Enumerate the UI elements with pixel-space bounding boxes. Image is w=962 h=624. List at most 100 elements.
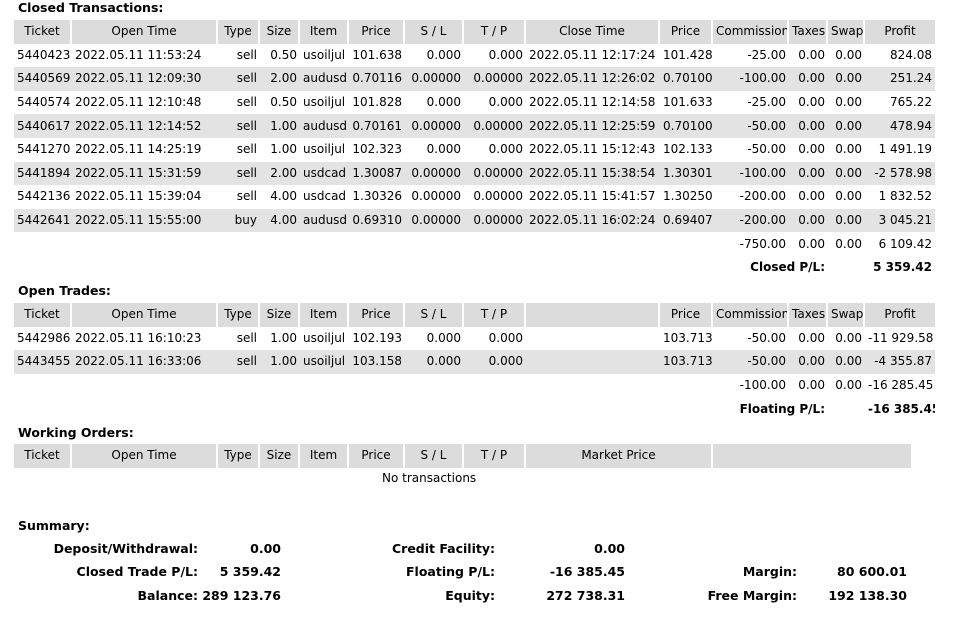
totals-row: -750.00 0.00 0.00 6 109.42 xyxy=(14,232,935,256)
column-header: Price xyxy=(660,20,713,44)
credit-facility-label: Credit Facility: xyxy=(391,541,495,556)
column-header: Swap xyxy=(828,303,865,327)
totals-spacer xyxy=(14,373,713,398)
table-cell: -100.00 xyxy=(713,67,789,91)
pl-label: Closed P/L: xyxy=(660,255,828,280)
table-cell: 0.70161 xyxy=(349,114,405,138)
table-row: 5441894 2022.05.11 15:31:59 sell 2.00 usdcad… xyxy=(14,161,935,186)
total-commission: -750.00 xyxy=(713,232,789,256)
table-cell: 1.00 xyxy=(260,326,300,351)
floating-pl-summary-label: Floating P/L: xyxy=(406,564,495,579)
table-cell: -50.00 xyxy=(713,137,789,162)
table-cell: sell xyxy=(218,90,260,115)
table-cell: usdcad xyxy=(300,161,349,186)
summary-row-1: Deposit/Withdrawal: 0.00 Credit Facility… xyxy=(0,539,962,559)
table-cell: 101.633 xyxy=(660,90,713,115)
table-cell: 4.00 xyxy=(260,208,300,233)
table-cell: 0.000 xyxy=(405,137,464,162)
table-cell: 0.00000 xyxy=(464,185,526,209)
table-cell: 0.00000 xyxy=(405,185,464,209)
table-cell: 101.428 xyxy=(660,43,713,68)
free-margin-value: 192 138.30 xyxy=(828,588,907,603)
column-header xyxy=(526,303,660,327)
table-cell: 0.00 xyxy=(789,67,828,91)
table-cell: 103.713 xyxy=(660,350,713,374)
table-cell: 0.70116 xyxy=(349,67,405,91)
table-cell: 0.00 xyxy=(828,185,865,209)
table-cell: sell xyxy=(218,67,260,91)
table-cell: -25.00 xyxy=(713,43,789,68)
column-header: Commission xyxy=(713,20,789,44)
table-cell: 0.000 xyxy=(464,350,526,374)
credit-facility-value: 0.00 xyxy=(594,541,625,556)
table-cell: 0.000 xyxy=(464,43,526,68)
equity-label: Equity: xyxy=(445,588,495,603)
table-cell: -50.00 xyxy=(713,114,789,138)
table-cell: usoiljul xyxy=(300,350,349,374)
table-cell: 0.00 xyxy=(828,43,865,68)
table-cell: 0.00 xyxy=(828,208,865,233)
table-cell: 103.158 xyxy=(349,350,405,374)
table-cell: -4 355.87 xyxy=(865,350,935,374)
table-cell: 5441894 xyxy=(14,161,72,186)
table-row: 5440569 2022.05.11 12:09:30 sell 2.00 audusd… xyxy=(14,67,935,91)
table-cell: 0.69310 xyxy=(349,208,405,233)
table-cell: 4.00 xyxy=(260,185,300,209)
table-row: 5442136 2022.05.11 15:39:04 sell 4.00 usdcad… xyxy=(14,185,935,209)
column-header: Profit xyxy=(865,20,935,44)
no-transactions-text: No transactions xyxy=(382,471,477,485)
column-header: Type xyxy=(218,303,260,327)
account-statement: Closed Transactions: Ticket Open Time Type… xyxy=(0,0,962,624)
table-cell: 0.00000 xyxy=(405,161,464,186)
table-cell: 0.00 xyxy=(789,208,828,233)
table-cell: 0.00 xyxy=(789,43,828,68)
table-cell: 2022.05.11 15:31:59 xyxy=(72,161,218,186)
table-cell: sell xyxy=(218,137,260,162)
column-header: Commission xyxy=(713,303,789,327)
table-cell: 0.50 xyxy=(260,90,300,115)
table-cell: 2022.05.11 12:25:59 xyxy=(526,114,660,138)
column-header: S / L xyxy=(405,303,464,327)
table-cell: 0.00 xyxy=(789,350,828,374)
table-cell: 5441270 xyxy=(14,137,72,162)
pl-gap xyxy=(828,397,865,421)
table-cell: sell xyxy=(218,350,260,374)
table-cell: usoiljul xyxy=(300,90,349,115)
working-orders-title: Working Orders: xyxy=(18,425,134,440)
balance-value: 289 123.76 xyxy=(202,588,281,603)
table-cell: 0.00 xyxy=(828,137,865,162)
column-header xyxy=(713,444,911,468)
table-cell: 2022.05.11 16:10:23 xyxy=(72,326,218,351)
table-cell: 0.000 xyxy=(405,326,464,351)
total-commission: -100.00 xyxy=(713,373,789,398)
table-cell: 5442641 xyxy=(14,208,72,233)
table-cell: 1.30326 xyxy=(349,185,405,209)
free-margin-label: Free Margin: xyxy=(707,588,797,603)
total-swap: 0.00 xyxy=(828,232,865,256)
table-cell: 2022.05.11 15:41:57 xyxy=(526,185,660,209)
table-cell: 0.00 xyxy=(828,90,865,115)
summary-row-2: Closed Trade P/L: 5 359.42 Floating P/L:… xyxy=(0,562,962,582)
open-header-row: Ticket Open Time Type Size Item Price S / LT /… xyxy=(14,303,935,327)
column-header: Size xyxy=(260,20,300,44)
column-header: S / L xyxy=(405,444,464,468)
table-row: 5440617 2022.05.11 12:14:52 sell 1.00 audusd… xyxy=(14,114,935,138)
column-header: Ticket xyxy=(14,444,72,468)
table-cell: usoiljul xyxy=(300,137,349,162)
table-cell: 0.00 xyxy=(828,67,865,91)
table-cell: 251.24 xyxy=(865,67,935,91)
column-header: Open Time xyxy=(72,444,218,468)
column-header: Taxes xyxy=(789,303,828,327)
table-cell: 0.000 xyxy=(405,350,464,374)
table-cell: usoiljul xyxy=(300,326,349,351)
table-cell: 0.00000 xyxy=(464,161,526,186)
margin-value: 80 600.01 xyxy=(837,564,907,579)
table-cell: 2022.05.11 12:17:24 xyxy=(526,43,660,68)
table-cell: -2 578.98 xyxy=(865,161,935,186)
table-row: 5442986 2022.05.11 16:10:23 sell 1.00 usoilj… xyxy=(14,326,935,351)
table-row: 5440574 2022.05.11 12:10:48 sell 0.50 usoilj… xyxy=(14,90,935,115)
table-cell: 5440574 xyxy=(14,90,72,115)
table-cell: 2022.05.11 15:39:04 xyxy=(72,185,218,209)
table-cell: -100.00 xyxy=(713,161,789,186)
table-cell: 5442136 xyxy=(14,185,72,209)
